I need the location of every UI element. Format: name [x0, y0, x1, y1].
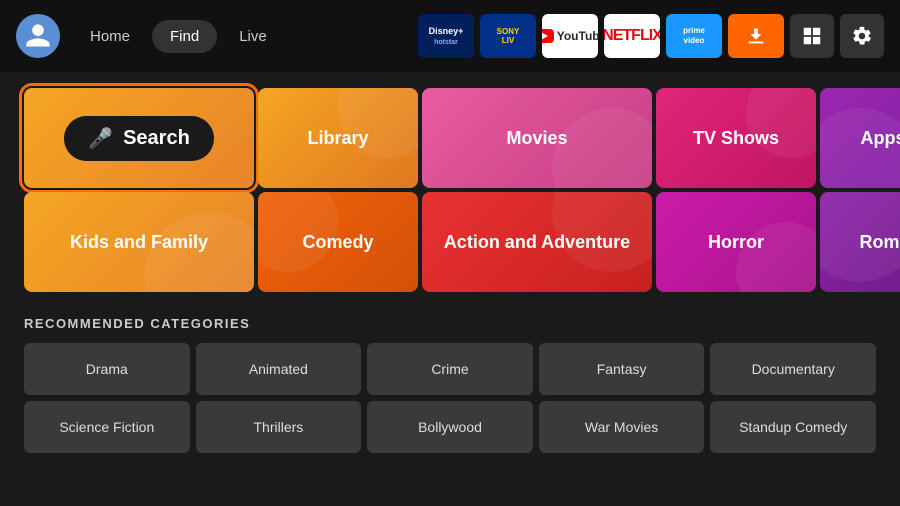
standup-comedy-tile[interactable]: Standup Comedy [710, 401, 876, 453]
kids-family-tile[interactable]: Kids and Family [24, 192, 254, 292]
fantasy-tile[interactable]: Fantasy [539, 343, 705, 395]
bollywood-tile[interactable]: Bollywood [367, 401, 533, 453]
home-link[interactable]: Home [72, 20, 148, 53]
downloader-icon[interactable] [728, 14, 784, 58]
nav-links: Home Find Live [72, 20, 285, 53]
movies-tile[interactable]: Movies [422, 88, 652, 188]
comedy-tile[interactable]: Comedy [258, 192, 418, 292]
find-link[interactable]: Find [152, 20, 217, 53]
disney-plus-icon[interactable]: Disney+hotstar [418, 14, 474, 58]
prime-video-icon[interactable]: primevideo [666, 14, 722, 58]
grid-icon-button[interactable] [790, 14, 834, 58]
drama-tile[interactable]: Drama [24, 343, 190, 395]
horror-tile[interactable]: Horror [656, 192, 816, 292]
recommended-grid: Drama Animated Crime Fantasy Documentary… [24, 343, 876, 453]
search-tile[interactable]: 🎤 Search [24, 88, 254, 188]
science-fiction-tile[interactable]: Science Fiction [24, 401, 190, 453]
search-label: Search [123, 127, 190, 150]
library-tile[interactable]: Library [258, 88, 418, 188]
documentary-tile[interactable]: Documentary [710, 343, 876, 395]
youtube-icon[interactable]: YouTube [542, 14, 598, 58]
app-icons-bar: Disney+hotstar SONYLIV YouTube NETFLIX p… [418, 14, 884, 58]
microphone-icon: 🎤 [88, 126, 113, 151]
action-adventure-tile[interactable]: Action and Adventure [422, 192, 652, 292]
top-navigation: Home Find Live Disney+hotstar SONYLIV Yo… [0, 0, 900, 72]
main-content: 🎤 Search Library Movies TV Shows Appstor… [0, 72, 900, 469]
tv-shows-tile[interactable]: TV Shows [656, 88, 816, 188]
crime-tile[interactable]: Crime [367, 343, 533, 395]
category-grid: 🎤 Search Library Movies TV Shows Appstor… [24, 88, 876, 292]
recommended-section: RECOMMENDED CATEGORIES Drama Animated Cr… [24, 316, 876, 453]
netflix-icon[interactable]: NETFLIX [604, 14, 660, 58]
romance-tile[interactable]: Romance [820, 192, 900, 292]
settings-icon-button[interactable] [840, 14, 884, 58]
appstore-tile[interactable]: Appstore [820, 88, 900, 188]
sony-liv-icon[interactable]: SONYLIV [480, 14, 536, 58]
live-link[interactable]: Live [221, 20, 285, 53]
war-movies-tile[interactable]: War Movies [539, 401, 705, 453]
recommended-title: RECOMMENDED CATEGORIES [24, 316, 876, 331]
avatar[interactable] [16, 14, 60, 58]
thrillers-tile[interactable]: Thrillers [196, 401, 362, 453]
animated-tile[interactable]: Animated [196, 343, 362, 395]
